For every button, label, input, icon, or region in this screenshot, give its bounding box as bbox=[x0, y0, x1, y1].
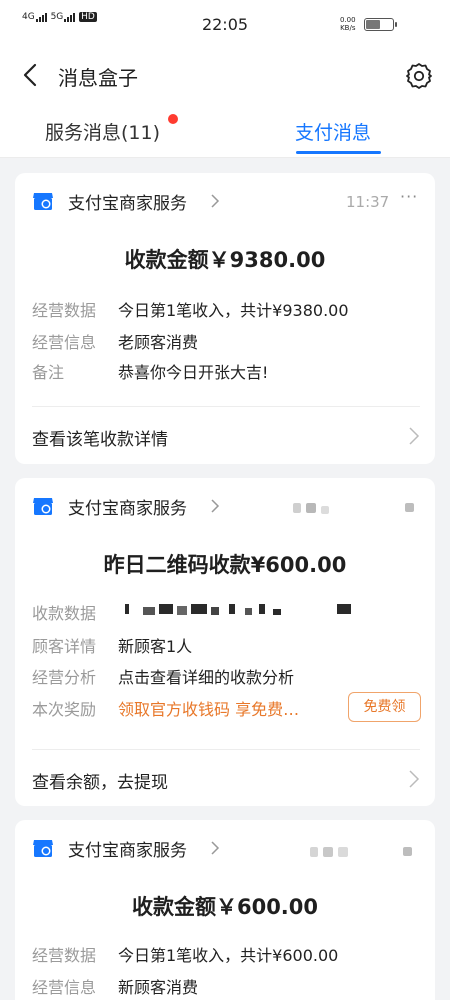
row-label: 经营信息 bbox=[32, 333, 97, 352]
app-header: 消息盒子 bbox=[0, 48, 450, 104]
chevron-right-icon[interactable] bbox=[408, 427, 420, 445]
row-label: 经营数据 bbox=[32, 946, 97, 965]
card-header: 支付宝商家服务 11:37 ··· bbox=[15, 173, 435, 229]
net-speed: 0.00 KB/s bbox=[340, 16, 356, 32]
merchant-name[interactable]: 支付宝商家服务 bbox=[68, 494, 187, 519]
tab-payment-messages[interactable]: 支付消息 bbox=[295, 118, 371, 145]
merchant-name[interactable]: 支付宝商家服务 bbox=[68, 189, 187, 214]
view-balance-withdraw-link[interactable]: 查看余额，去提现 bbox=[32, 768, 168, 793]
row-value: 老顾客消费 bbox=[118, 333, 199, 352]
back-arrow-icon[interactable] bbox=[18, 62, 44, 88]
row-label: 经营数据 bbox=[32, 301, 97, 320]
net-speed-value: 0.00 bbox=[340, 16, 356, 24]
chevron-right-icon[interactable] bbox=[210, 194, 220, 208]
claim-free-button[interactable]: 免费领 bbox=[348, 692, 421, 722]
divider bbox=[32, 749, 420, 750]
merchant-shop-icon bbox=[33, 498, 53, 515]
battery-icon bbox=[364, 18, 397, 31]
active-tab-indicator bbox=[296, 151, 381, 154]
merchant-shop-icon bbox=[33, 193, 53, 210]
view-payment-detail-link[interactable]: 查看该笔收款详情 bbox=[32, 425, 168, 450]
row-value: 今日第1笔收入，共计¥9380.00 bbox=[118, 301, 349, 320]
status-bar: 4G 5G HD 22:05 0.00 KB/s bbox=[0, 0, 450, 48]
merchant-shop-icon bbox=[33, 840, 53, 857]
chevron-right-icon[interactable] bbox=[210, 841, 220, 855]
payment-amount: 收款金额￥600.00 bbox=[131, 895, 319, 919]
chevron-right-icon[interactable] bbox=[210, 499, 220, 513]
row-label: 顾客详情 bbox=[32, 637, 97, 656]
message-card[interactable]: 支付宝商家服务 昨日二维码收款¥600.00 收款数据 顾客详情 新顾客1人 经… bbox=[15, 478, 435, 806]
payment-amount: 收款金额￥9380.00 bbox=[124, 248, 326, 272]
divider bbox=[32, 406, 420, 407]
card-header: 支付宝商家服务 bbox=[15, 478, 435, 534]
reward-text[interactable]: 领取官方收钱码 享免费… bbox=[118, 696, 299, 720]
page-title: 消息盒子 bbox=[58, 66, 138, 90]
row-value: 新顾客消费 bbox=[118, 978, 199, 997]
row-value: 今日第1笔收入，共计¥600.00 bbox=[118, 946, 339, 965]
row-label: 经营信息 bbox=[32, 978, 97, 997]
message-time: 11:37 bbox=[346, 193, 390, 211]
redacted-payment-data bbox=[125, 604, 365, 618]
row-label: 本次奖励 bbox=[32, 700, 97, 719]
message-card[interactable]: 支付宝商家服务 11:37 ··· 收款金额￥9380.00 经营数据 今日第1… bbox=[15, 173, 435, 464]
more-options-icon[interactable]: ··· bbox=[400, 187, 418, 206]
message-card[interactable]: 支付宝商家服务 收款金额￥600.00 经营数据 今日第1笔收入，共计¥600.… bbox=[15, 820, 435, 1000]
row-label: 经营分析 bbox=[32, 668, 97, 687]
row-value: 新顾客1人 bbox=[118, 637, 193, 656]
tab-bar: 服务消息(11) 支付消息 bbox=[0, 104, 450, 158]
merchant-name[interactable]: 支付宝商家服务 bbox=[68, 836, 187, 861]
row-label: 备注 bbox=[32, 363, 65, 382]
row-value[interactable]: 点击查看详细的收款分析 bbox=[118, 664, 294, 688]
gear-icon[interactable] bbox=[404, 61, 434, 91]
unread-dot-badge bbox=[168, 114, 178, 124]
card-header: 支付宝商家服务 bbox=[15, 820, 435, 876]
payment-amount: 昨日二维码收款¥600.00 bbox=[103, 553, 347, 577]
chevron-right-icon[interactable] bbox=[408, 770, 420, 788]
tab-service-messages[interactable]: 服务消息(11) bbox=[45, 118, 160, 145]
row-value: 恭喜你今日开张大吉! bbox=[118, 363, 269, 382]
net-speed-unit: KB/s bbox=[340, 24, 356, 32]
row-label: 收款数据 bbox=[32, 604, 97, 623]
